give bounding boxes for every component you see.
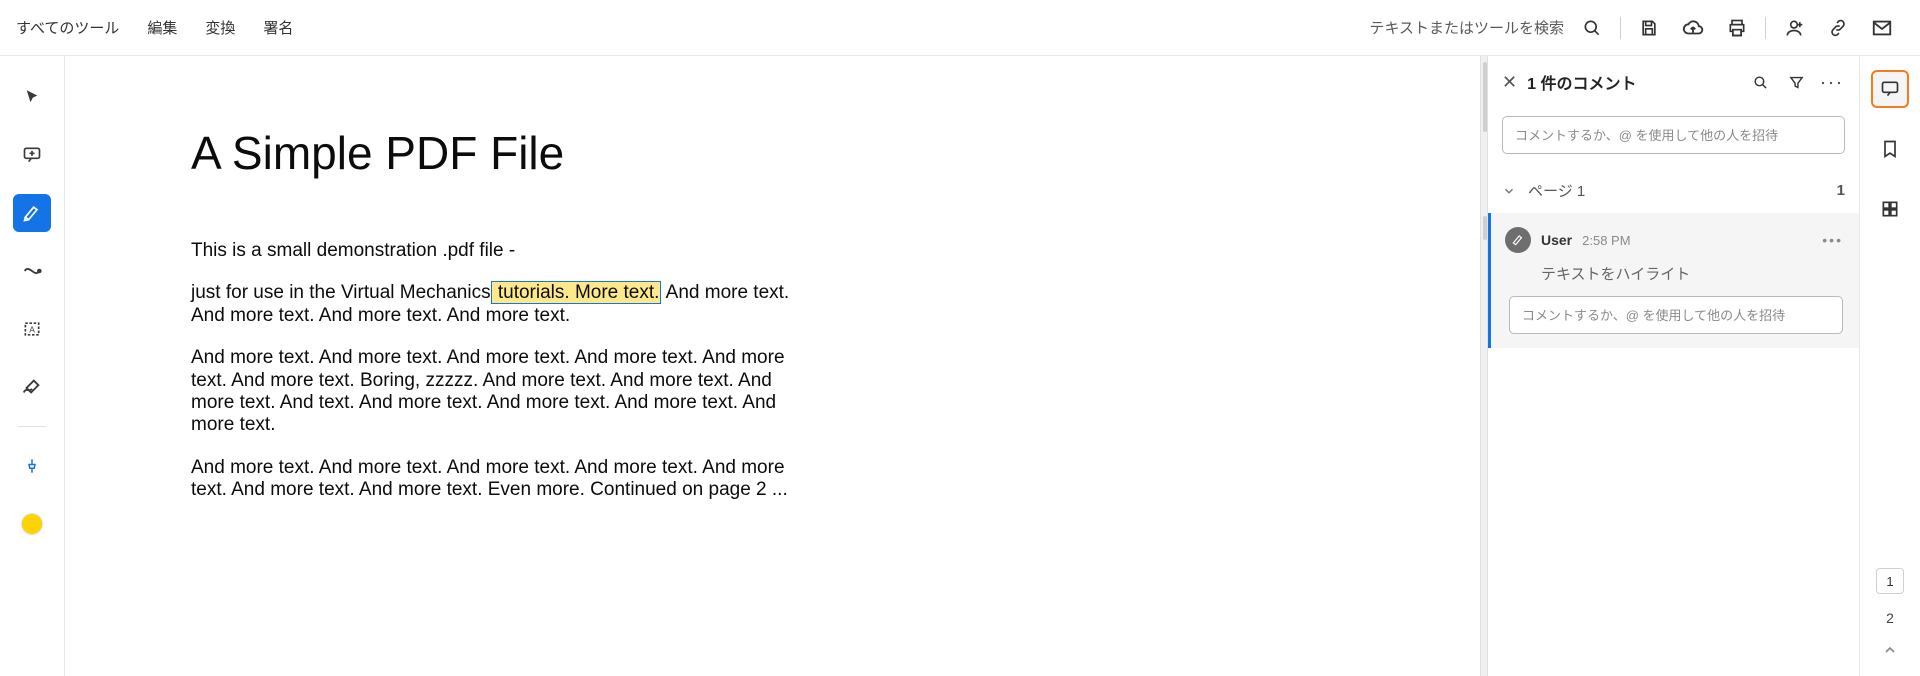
cloud-upload-icon[interactable] <box>1677 12 1709 44</box>
menu-all-tools[interactable]: すべてのツール <box>16 17 119 38</box>
page-comment-count: 1 <box>1837 182 1845 199</box>
comment-main-input[interactable] <box>1502 116 1845 154</box>
right-mini-rail: 1 2 <box>1860 56 1920 676</box>
left-tool-column: A <box>0 56 65 676</box>
total-page-number: 2 <box>1886 610 1894 626</box>
search-icon[interactable] <box>1576 12 1608 44</box>
filter-icon[interactable] <box>1783 69 1809 95</box>
panel-splitter[interactable] <box>1480 56 1488 676</box>
comment-time: 2:58 PM <box>1582 233 1630 248</box>
menu-convert[interactable]: 変換 <box>205 17 235 38</box>
bookmark-icon[interactable] <box>1871 130 1909 168</box>
menu-sign[interactable]: 署名 <box>263 17 293 38</box>
p2-pre-text: just for use in the Virtual Mechanics <box>191 282 491 303</box>
comment-reply-input[interactable] <box>1509 296 1843 334</box>
current-page-chip[interactable]: 1 <box>1876 568 1904 594</box>
document-paragraph-2: just for use in the Virtual Mechanics tu… <box>191 282 811 327</box>
highlight-tool-icon[interactable] <box>13 194 51 232</box>
link-icon[interactable] <box>1822 12 1854 44</box>
highlighted-text[interactable]: tutorials. More text. <box>491 281 662 304</box>
comment-item[interactable]: User 2:58 PM ••• テキストをハイライト <box>1488 213 1859 348</box>
comment-user: User <box>1541 232 1572 248</box>
page-label: ページ 1 <box>1528 180 1585 201</box>
menu-edit[interactable]: 編集 <box>147 17 177 38</box>
chevron-down-icon <box>1502 184 1516 198</box>
comments-search-icon[interactable] <box>1747 69 1773 95</box>
pin-tool-icon[interactable] <box>13 447 51 485</box>
save-icon[interactable] <box>1633 12 1665 44</box>
print-icon[interactable] <box>1721 12 1753 44</box>
draw-signature-tool-icon[interactable] <box>13 368 51 406</box>
chevron-up-icon[interactable] <box>1882 642 1898 658</box>
search-placeholder-text: テキストまたはツールを検索 <box>1369 17 1564 38</box>
mail-icon[interactable] <box>1866 12 1898 44</box>
text-box-tool-icon[interactable]: A <box>13 310 51 348</box>
comments-panel-title: 1 件のコメント <box>1527 70 1737 94</box>
color-swatch[interactable] <box>13 505 51 543</box>
share-user-icon[interactable] <box>1778 12 1810 44</box>
document-paragraph-3: And more text. And more text. And more t… <box>191 347 811 437</box>
select-tool-icon[interactable] <box>13 78 51 116</box>
add-comment-icon[interactable] <box>13 136 51 174</box>
comment-type-highlight-icon <box>1505 227 1531 253</box>
freeform-tool-icon[interactable] <box>13 252 51 290</box>
comments-panel: ✕ 1 件のコメント ··· ページ 1 1 <box>1488 56 1860 676</box>
document-view[interactable]: A Simple PDF File This is a small demons… <box>65 56 1480 676</box>
document-paragraph-1: This is a small demonstration .pdf file … <box>191 240 811 262</box>
comment-action-label: テキストをハイライト <box>1541 263 1843 284</box>
more-options-icon[interactable]: ··· <box>1819 69 1845 95</box>
comment-more-icon[interactable]: ••• <box>1822 232 1843 248</box>
svg-text:A: A <box>29 324 35 334</box>
page-section-header[interactable]: ページ 1 1 <box>1488 170 1859 211</box>
document-title: A Simple PDF File <box>191 126 1480 180</box>
document-paragraph-4: And more text. And more text. And more t… <box>191 457 811 502</box>
top-toolbar: すべてのツール 編集 変換 署名 テキストまたはツールを検索 <box>0 0 1920 56</box>
thumbnails-icon[interactable] <box>1871 190 1909 228</box>
comments-panel-toggle-icon[interactable] <box>1871 70 1909 108</box>
close-panel-icon[interactable]: ✕ <box>1502 72 1517 93</box>
